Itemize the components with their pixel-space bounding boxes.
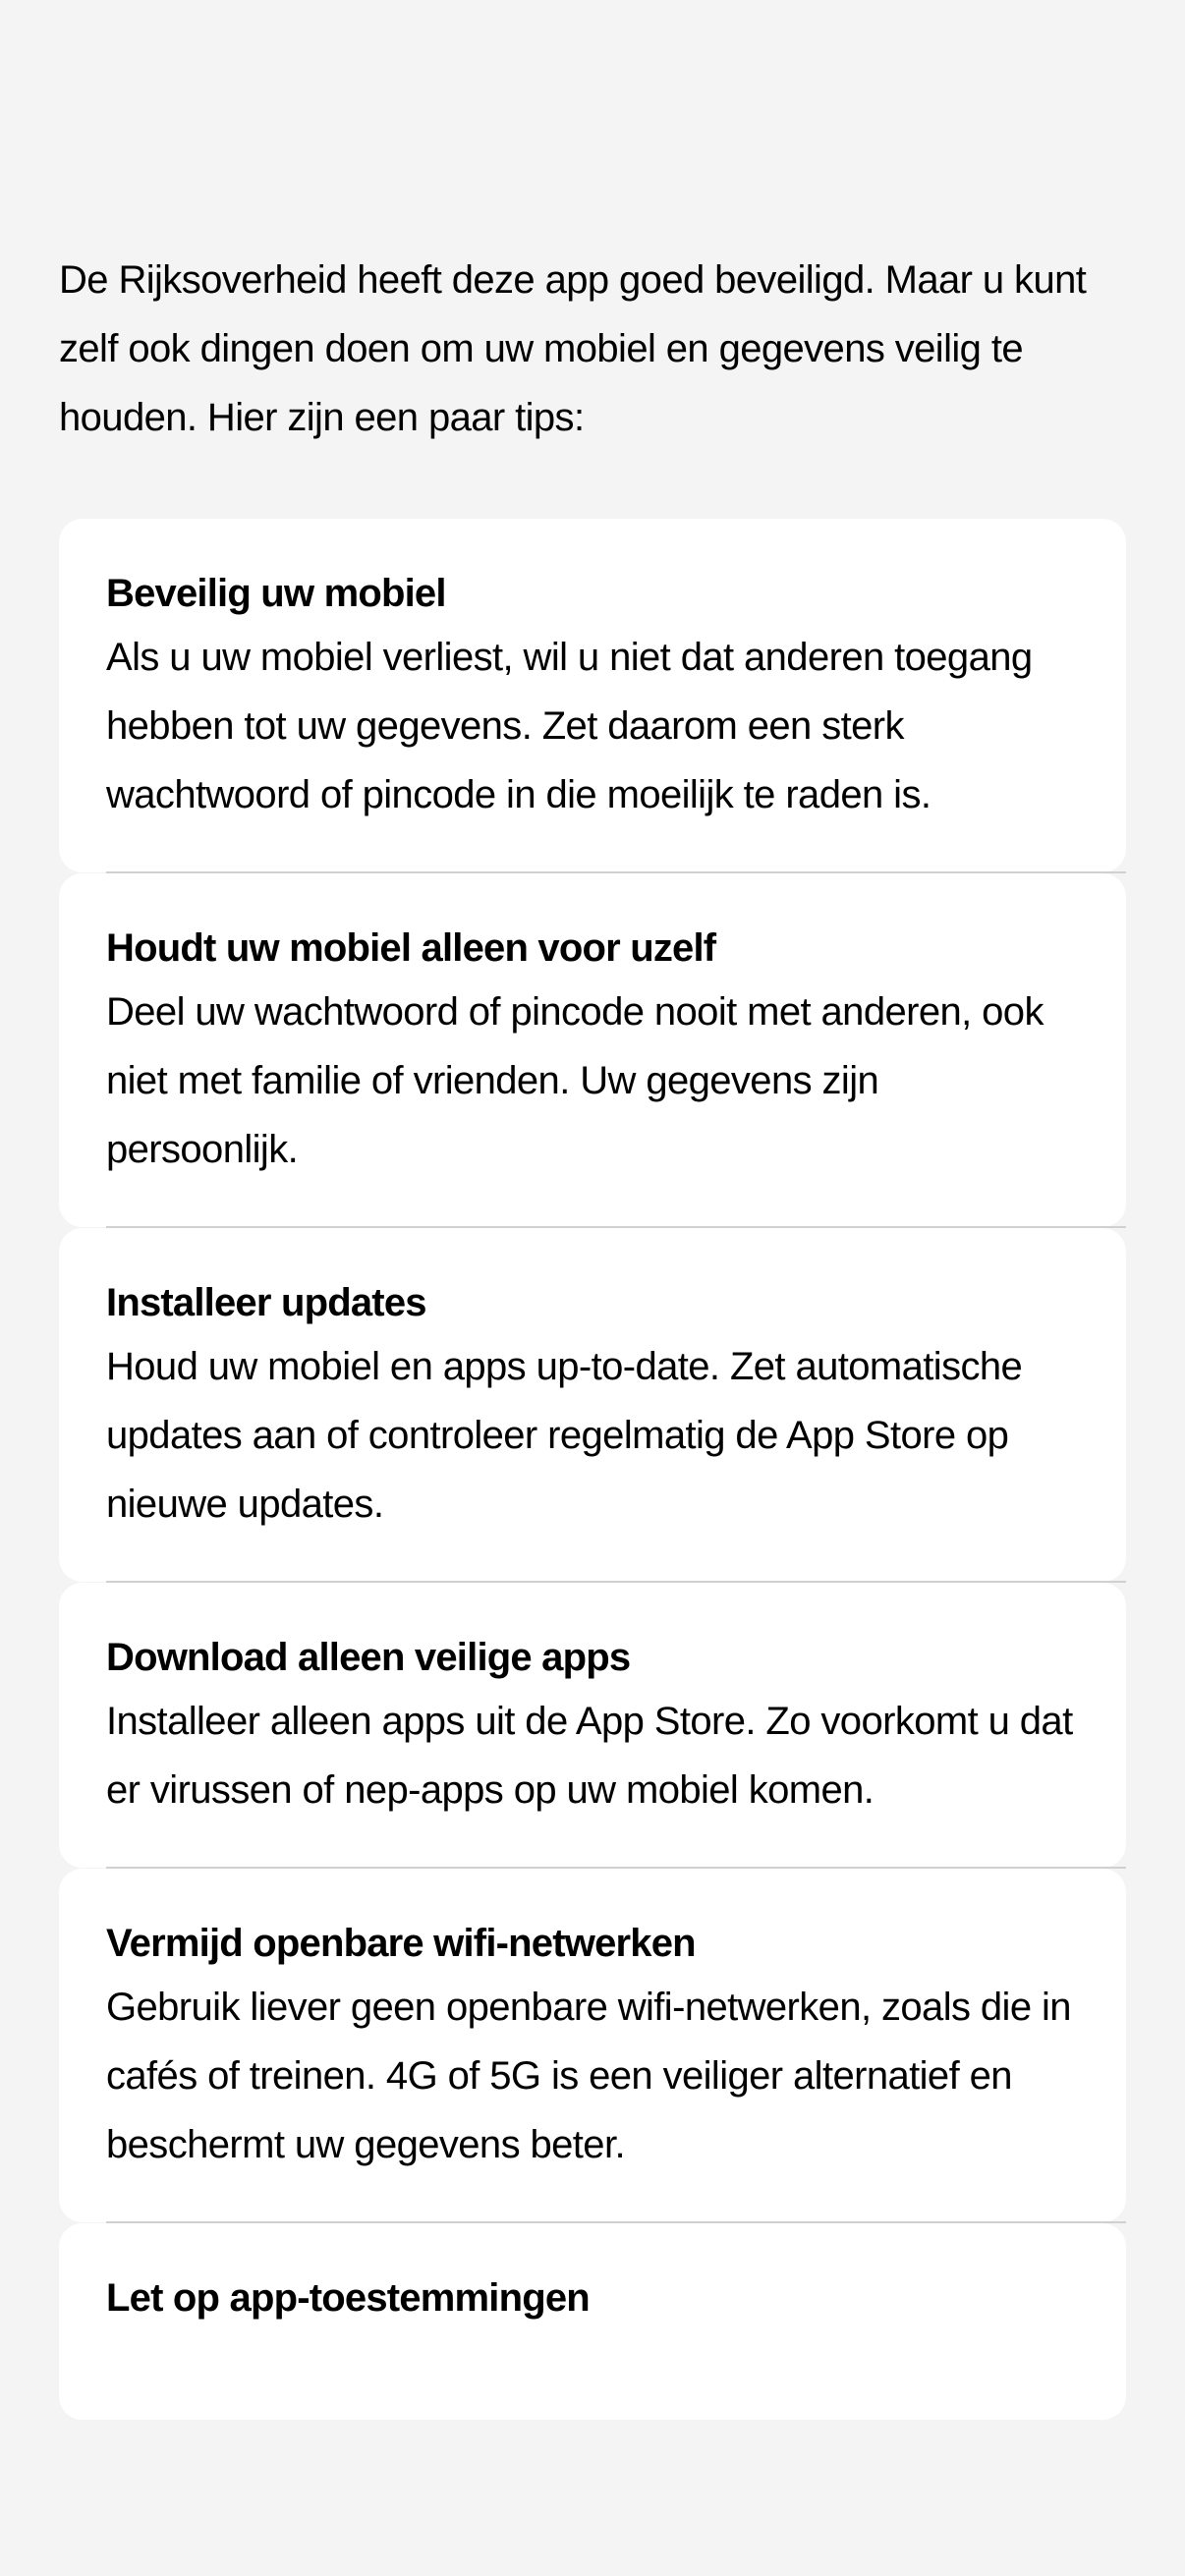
- tip-title: Installeer updates: [106, 1281, 427, 1324]
- tip-card: Installeer updates Houd uw mobiel en app…: [59, 1228, 1126, 1583]
- tip-body: Gebruik liever geen openbare wifi-netwer…: [106, 1986, 1072, 2166]
- tip-body: Installeer alleen apps uit de App Store.…: [106, 1700, 1073, 1812]
- tip-title: Beveilig uw mobiel: [106, 572, 446, 615]
- tip-card: Vermijd openbare wifi-netwerken Gebruik …: [59, 1869, 1126, 2223]
- tip-card: Houdt uw mobiel alleen voor uzelf Deel u…: [59, 873, 1126, 1228]
- tip-title: Download alleen veilige apps: [106, 1636, 631, 1679]
- tip-title: Let op app-toestemmingen: [106, 2276, 591, 2320]
- intro-text: De Rijksoverheid heeft deze app goed bev…: [59, 258, 1087, 439]
- tip-body: Houd uw mobiel en apps up-to-date. Zet a…: [106, 1345, 1023, 1526]
- tip-body: Als u uw mobiel verliest, wil u niet dat…: [106, 636, 1033, 816]
- tip-card: Let op app-toestemmingen: [59, 2223, 1126, 2420]
- tip-card: Download alleen veilige apps Installeer …: [59, 1583, 1126, 1869]
- tip-title: Vermijd openbare wifi-netwerken: [106, 1922, 697, 1965]
- tip-card: Beveilig uw mobiel Als u uw mobiel verli…: [59, 519, 1126, 873]
- tip-body: Deel uw wachtwoord of pincode nooit met …: [106, 990, 1044, 1171]
- tip-title: Houdt uw mobiel alleen voor uzelf: [106, 926, 716, 970]
- tips-list: Beveilig uw mobiel Als u uw mobiel verli…: [59, 519, 1126, 2420]
